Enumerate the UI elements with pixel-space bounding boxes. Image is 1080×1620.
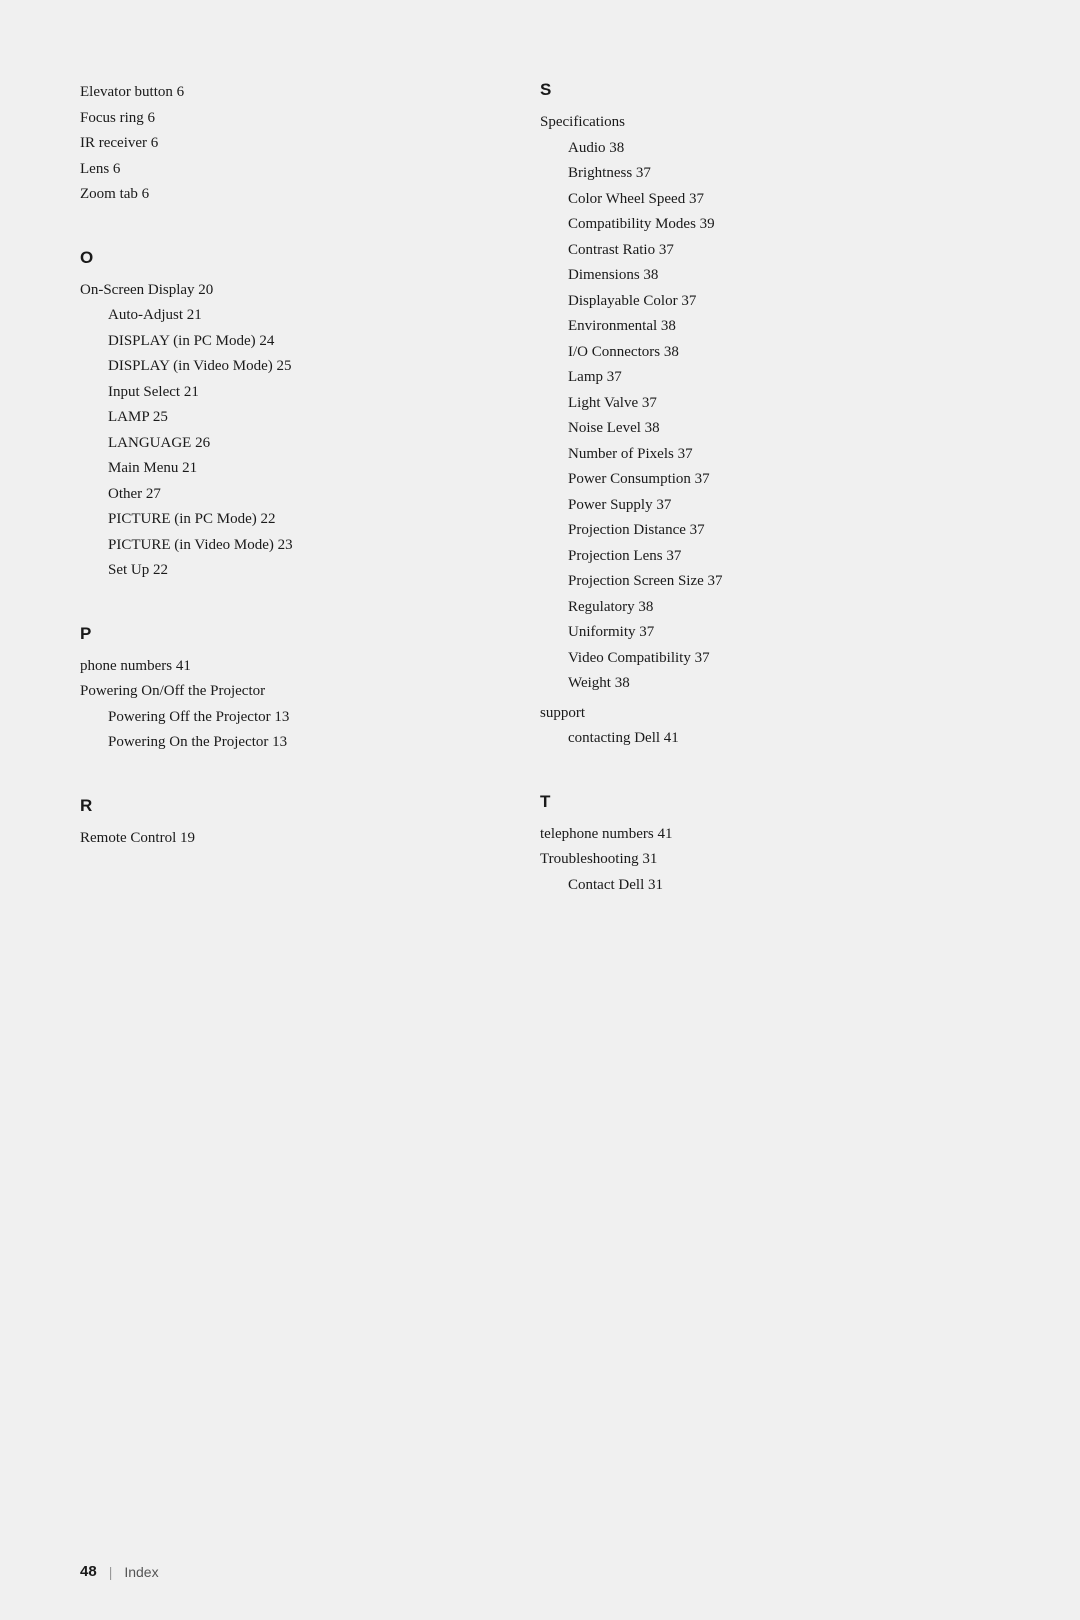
list-item: Brightness 37 (568, 161, 1000, 187)
left-column: Elevator button 6 Focus ring 6 IR receiv… (80, 80, 500, 938)
list-item: Projection Lens 37 (568, 544, 1000, 570)
list-item: LANGUAGE 26 (108, 431, 500, 457)
list-item: Zoom tab 6 (80, 182, 500, 208)
list-item: On-Screen Display 20 (80, 278, 500, 304)
section-s: S Specifications Audio 38 Brightness 37 … (540, 80, 1000, 752)
section-t: T telephone numbers 41 Troubleshooting 3… (540, 792, 1000, 899)
list-item: Lens 6 (80, 157, 500, 183)
list-item: DISPLAY (in PC Mode) 24 (108, 329, 500, 355)
section-letter-p: P (80, 624, 500, 644)
list-item: Auto-Adjust 21 (108, 303, 500, 329)
section-letter-t: T (540, 792, 1000, 812)
list-item: Environmental 38 (568, 314, 1000, 340)
list-item: Light Valve 37 (568, 391, 1000, 417)
list-item: Audio 38 (568, 136, 1000, 162)
page-number: 48 (80, 1563, 97, 1580)
footer-separator: | (109, 1564, 113, 1580)
top-entries-section: Elevator button 6 Focus ring 6 IR receiv… (80, 80, 500, 208)
list-item: Other 27 (108, 482, 500, 508)
list-item: IR receiver 6 (80, 131, 500, 157)
list-item: Projection Screen Size 37 (568, 569, 1000, 595)
main-content: Elevator button 6 Focus ring 6 IR receiv… (80, 80, 1000, 938)
list-item: PICTURE (in Video Mode) 23 (108, 533, 500, 559)
list-item: Uniformity 37 (568, 620, 1000, 646)
list-item: Displayable Color 37 (568, 289, 1000, 315)
list-item: Compatibility Modes 39 (568, 212, 1000, 238)
section-o: O On-Screen Display 20 Auto-Adjust 21 DI… (80, 248, 500, 584)
section-r: R Remote Control 19 (80, 796, 500, 852)
list-item: Troubleshooting 31 (540, 847, 1000, 873)
list-item: Noise Level 38 (568, 416, 1000, 442)
list-item: Lamp 37 (568, 365, 1000, 391)
list-item: Projection Distance 37 (568, 518, 1000, 544)
list-item: Power Supply 37 (568, 493, 1000, 519)
list-item: Contact Dell 31 (568, 873, 1000, 899)
section-letter-s: S (540, 80, 1000, 100)
list-item: telephone numbers 41 (540, 822, 1000, 848)
list-item: Number of Pixels 37 (568, 442, 1000, 468)
list-item: Focus ring 6 (80, 106, 500, 132)
list-item: contacting Dell 41 (568, 726, 1000, 752)
list-item: Dimensions 38 (568, 263, 1000, 289)
footer: 48 | Index (80, 1563, 159, 1580)
list-item: Powering Off the Projector 13 (108, 705, 500, 731)
section-letter-o: O (80, 248, 500, 268)
list-item: Input Select 21 (108, 380, 500, 406)
list-item: Video Compatibility 37 (568, 646, 1000, 672)
page: Elevator button 6 Focus ring 6 IR receiv… (0, 0, 1080, 1620)
list-item: LAMP 25 (108, 405, 500, 431)
list-item: I/O Connectors 38 (568, 340, 1000, 366)
list-item: DISPLAY (in Video Mode) 25 (108, 354, 500, 380)
list-item: Color Wheel Speed 37 (568, 187, 1000, 213)
section-p: P phone numbers 41 Powering On/Off the P… (80, 624, 500, 756)
list-item: Specifications (540, 110, 1000, 136)
list-item: Powering On the Projector 13 (108, 730, 500, 756)
list-item: Regulatory 38 (568, 595, 1000, 621)
right-column: S Specifications Audio 38 Brightness 37 … (540, 80, 1000, 938)
list-item: Set Up 22 (108, 558, 500, 584)
list-item: Main Menu 21 (108, 456, 500, 482)
list-item: Weight 38 (568, 671, 1000, 697)
footer-label: Index (124, 1564, 158, 1580)
list-item: Powering On/Off the Projector (80, 679, 500, 705)
list-item: Contrast Ratio 37 (568, 238, 1000, 264)
list-item: support (540, 701, 1000, 727)
list-item: PICTURE (in PC Mode) 22 (108, 507, 500, 533)
list-item: phone numbers 41 (80, 654, 500, 680)
section-letter-r: R (80, 796, 500, 816)
list-item: Remote Control 19 (80, 826, 500, 852)
list-item: Elevator button 6 (80, 80, 500, 106)
list-item: Power Consumption 37 (568, 467, 1000, 493)
